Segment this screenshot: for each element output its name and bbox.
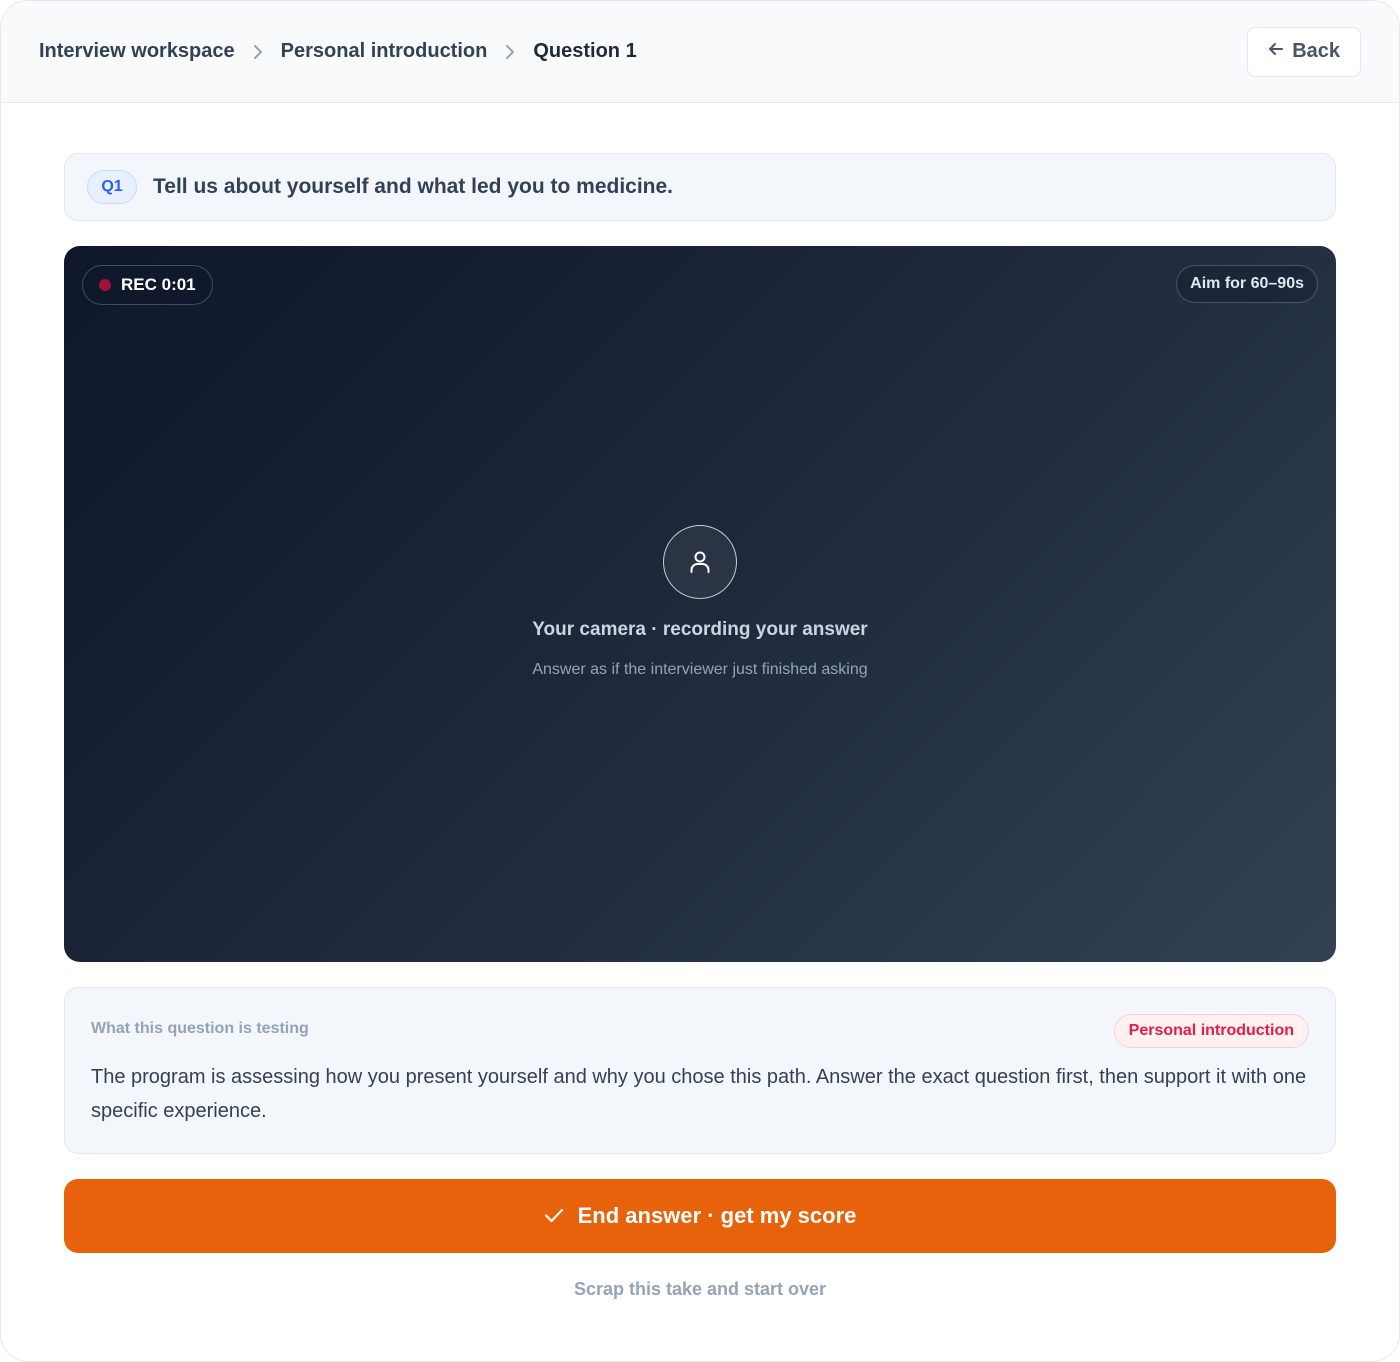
question-insight-card: What this question is testing Personal i… xyxy=(64,987,1336,1154)
question-text: Tell us about yourself and what led you … xyxy=(153,175,674,198)
breadcrumb-item-category[interactable]: Personal introduction xyxy=(281,40,488,63)
camera-title: Your camera · recording your answer xyxy=(532,619,868,640)
end-answer-button[interactable]: End answer · get my score xyxy=(64,1179,1336,1253)
main-content: Q1 Tell us about yourself and what led y… xyxy=(1,103,1399,1300)
recording-indicator: REC 0:01 xyxy=(82,265,213,305)
end-answer-label: End answer · get my score xyxy=(577,1203,857,1228)
insight-body: The program is assessing how you present… xyxy=(91,1066,1307,1122)
breadcrumb: Interview workspace Personal introductio… xyxy=(39,40,637,63)
camera-placeholder: Your camera · recording your answer Answ… xyxy=(64,525,1336,679)
back-button-label: Back xyxy=(1292,40,1340,62)
checkmark-icon xyxy=(544,1203,564,1229)
target-duration-badge: Aim for 60–90s xyxy=(1176,265,1318,303)
recording-dot-icon xyxy=(99,279,111,291)
chevron-right-icon xyxy=(235,44,281,60)
arrow-left-icon xyxy=(1268,40,1284,63)
top-bar: Interview workspace Personal introductio… xyxy=(1,1,1399,103)
camera-preview: REC 0:01 Aim for 60–90s Your camera · re… xyxy=(64,246,1336,962)
breadcrumb-item-current: Question 1 xyxy=(533,40,637,62)
recording-timer: REC 0:01 xyxy=(121,275,196,294)
category-badge: Personal introduction xyxy=(1113,1014,1309,1048)
scrap-take-link[interactable]: Scrap this take and start over xyxy=(64,1279,1336,1300)
insight-label: What this question is testing xyxy=(91,1020,309,1037)
breadcrumb-item-workspace[interactable]: Interview workspace xyxy=(39,40,235,63)
back-button[interactable]: Back xyxy=(1247,26,1361,77)
chevron-right-icon xyxy=(487,44,533,60)
app-frame: Interview workspace Personal introductio… xyxy=(0,0,1400,1362)
question-number-badge: Q1 xyxy=(87,170,137,204)
question-bar: Q1 Tell us about yourself and what led y… xyxy=(64,153,1336,221)
user-icon xyxy=(663,525,737,599)
camera-subtitle: Answer as if the interviewer just finish… xyxy=(532,661,868,678)
